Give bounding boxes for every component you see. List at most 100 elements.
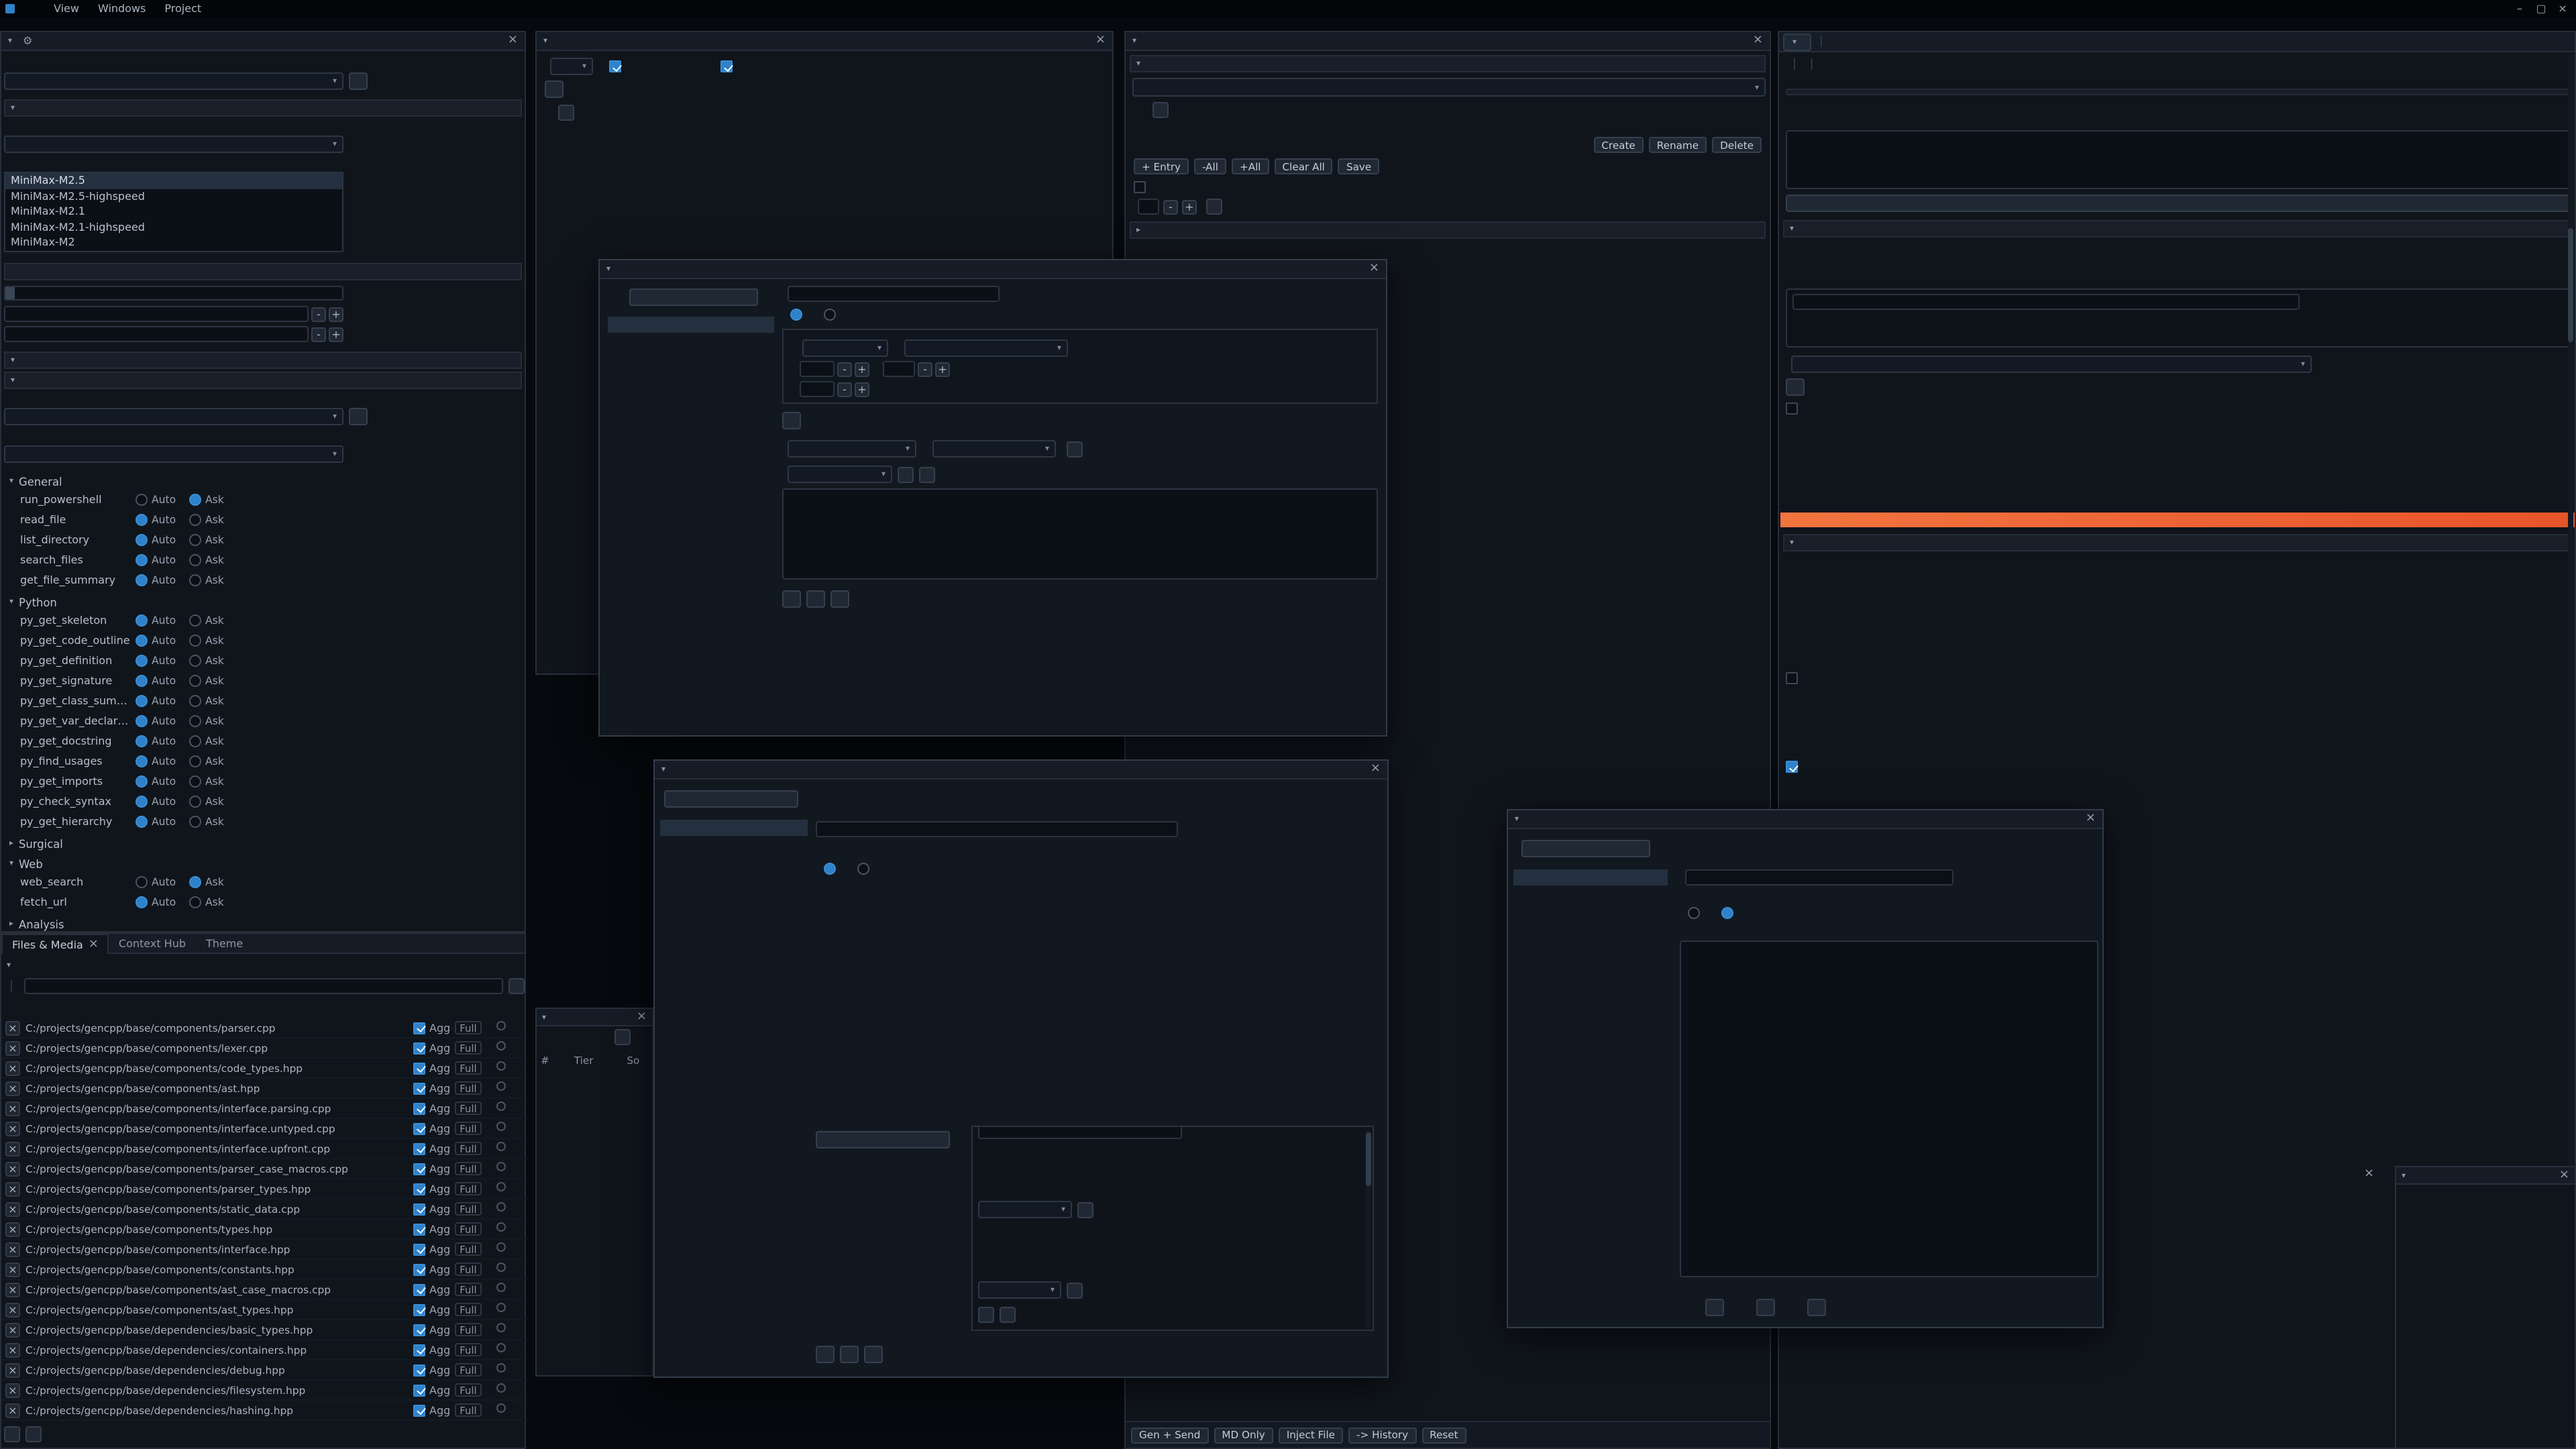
remove-file-button[interactable]: × [5, 1141, 20, 1156]
add-tool-override-button[interactable] [1077, 1201, 1093, 1218]
persona-editor-titlebar[interactable]: ▾ × [600, 260, 1386, 279]
scrollbar-thumb[interactable] [2568, 228, 2573, 342]
cache-indicator[interactable] [496, 1363, 506, 1373]
clear-status-button[interactable] [558, 105, 574, 121]
system-prompts-section-header[interactable]: ▾ [4, 352, 522, 369]
scrollbar[interactable] [1366, 1130, 1371, 1328]
manage-tools-button[interactable] [1067, 441, 1083, 457]
delete-persona-button[interactable] [806, 590, 825, 608]
cache-indicator[interactable] [496, 1323, 506, 1332]
remove-file-button[interactable]: × [5, 1262, 20, 1277]
agg-checkbox[interactable] [413, 1344, 425, 1356]
agg-checkbox[interactable] [413, 1384, 425, 1396]
delete-preset-button[interactable] [1756, 1299, 1775, 1316]
full-flag[interactable]: Full [454, 1102, 482, 1115]
full-flag[interactable]: Full [454, 1081, 482, 1095]
increment-button[interactable]: + [935, 362, 950, 376]
full-flag[interactable]: Full [454, 1061, 482, 1075]
full-flag[interactable]: Full [454, 1182, 482, 1195]
cache-indicator[interactable] [496, 1202, 506, 1212]
remove-file-button[interactable]: × [5, 1302, 20, 1317]
tool-preset-select[interactable]: ▾ [4, 408, 343, 425]
full-flag[interactable]: Full [454, 1303, 482, 1316]
history-button[interactable]: -> History [1348, 1427, 1416, 1443]
manage-presets-button[interactable] [349, 408, 368, 425]
tab-files-media[interactable]: Files & Media× [1, 934, 109, 954]
popout-tier3-checkbox[interactable] [1786, 761, 1798, 773]
agg-checkbox[interactable] [413, 1183, 425, 1195]
ask-radio[interactable] [189, 695, 201, 707]
ask-radio[interactable] [189, 715, 201, 727]
increment-button[interactable]: + [329, 307, 343, 321]
cache-indicator[interactable] [496, 1182, 506, 1191]
cache-indicator[interactable] [496, 1021, 506, 1030]
tool-preset-name-input[interactable] [816, 821, 1178, 837]
cache-indicator[interactable] [496, 1403, 506, 1413]
save-persona-button[interactable] [782, 590, 801, 608]
scope-project-radio[interactable] [857, 863, 869, 875]
close-icon[interactable]: × [89, 938, 99, 951]
ask-radio[interactable] [189, 635, 201, 647]
full-flag[interactable]: Full [454, 1263, 482, 1276]
cache-indicator[interactable] [496, 1222, 506, 1232]
auto-radio[interactable] [136, 755, 148, 767]
remove-file-button[interactable]: × [5, 1181, 20, 1196]
scope-project-radio[interactable] [824, 309, 836, 321]
remove-file-button[interactable]: × [5, 1342, 20, 1357]
remove-file-button[interactable]: × [5, 1383, 20, 1397]
remove-file-button[interactable]: × [5, 1101, 20, 1116]
new-profile-button[interactable] [816, 1131, 950, 1148]
auto-radio[interactable] [136, 735, 148, 747]
agg-checkbox[interactable] [413, 1243, 425, 1255]
ask-radio[interactable] [189, 775, 201, 788]
model-option[interactable]: MiniMax-M2.5 [5, 173, 342, 189]
focus-agent-select[interactable]: ▾ [550, 58, 593, 75]
cache-indicator[interactable] [496, 1061, 506, 1071]
popout-tool-calls-checkbox[interactable] [609, 60, 621, 72]
agg-checkbox[interactable] [413, 1303, 425, 1316]
full-flag[interactable]: Full [454, 1162, 482, 1175]
roles-section-header[interactable]: ▸ [1130, 221, 1766, 239]
delete-tool-preset-button[interactable] [840, 1346, 859, 1363]
full-flag[interactable]: Full [454, 1283, 482, 1296]
cache-indicator[interactable] [496, 1303, 506, 1312]
add-category-override-button[interactable] [1067, 1282, 1083, 1298]
auto-radio[interactable] [136, 775, 148, 788]
temperature-slider[interactable] [4, 286, 343, 301]
menu-view[interactable]: View [44, 3, 89, 15]
agg-checkbox[interactable] [413, 1142, 425, 1155]
auto-radio[interactable] [136, 675, 148, 687]
add-file-button[interactable] [4, 1426, 20, 1442]
scope-global-radio[interactable] [790, 309, 802, 321]
preset-content-textarea[interactable] [1680, 941, 2098, 1277]
decrement-button[interactable]: - [311, 307, 326, 321]
clear-tool-calls-button[interactable] [614, 1029, 631, 1045]
ask-radio[interactable] [189, 796, 201, 808]
preset-manager-titlebar[interactable]: ▾ × [1508, 810, 2102, 829]
max-output-tokens-input[interactable] [883, 361, 915, 377]
ask-radio[interactable] [189, 675, 201, 687]
menu-project[interactable]: Project [155, 3, 211, 15]
provider-select[interactable]: ▾ [4, 136, 343, 153]
keep-pairs-input[interactable] [1138, 199, 1159, 215]
add-wildcard-button[interactable] [25, 1426, 42, 1442]
clear-all-button[interactable]: Clear All [1275, 158, 1333, 174]
bias-profile-select[interactable]: ▾ [4, 445, 343, 463]
remove-file-button[interactable]: × [5, 1322, 20, 1337]
ask-radio[interactable] [189, 614, 201, 627]
auto-radio[interactable] [136, 876, 148, 888]
increment-button[interactable]: + [1182, 199, 1197, 214]
auto-radio[interactable] [136, 534, 148, 546]
close-dialog-button[interactable] [830, 590, 849, 608]
scope-global-radio[interactable] [824, 863, 836, 875]
full-flag[interactable]: Full [454, 1142, 482, 1155]
auto-radio[interactable] [136, 896, 148, 908]
profile-name-input[interactable] [978, 1126, 1182, 1139]
temperature-input[interactable] [800, 361, 835, 377]
auto-radio[interactable] [136, 635, 148, 647]
cache-indicator[interactable] [496, 1383, 506, 1393]
close-icon[interactable]: × [2086, 813, 2096, 825]
decrement-button[interactable]: - [1163, 199, 1178, 214]
auto-radio[interactable] [136, 695, 148, 707]
plan-epic-button[interactable] [1786, 195, 2571, 212]
